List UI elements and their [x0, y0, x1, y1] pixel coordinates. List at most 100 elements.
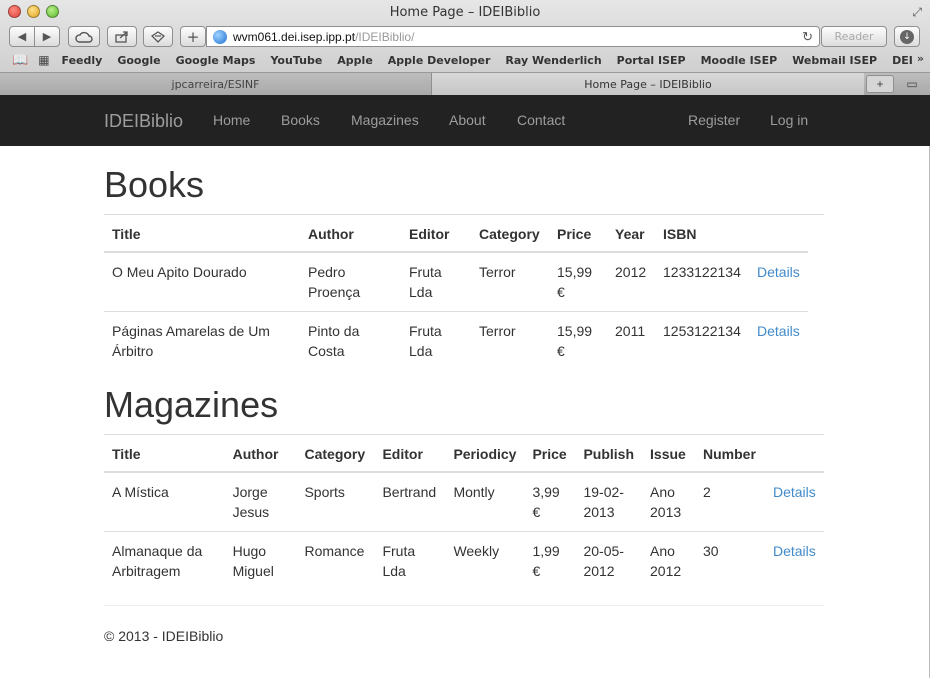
- tab-home-page[interactable]: Home Page – IDEIBiblio: [432, 73, 864, 95]
- magazine-price: 1,99 €: [532, 543, 560, 579]
- magazine-details-link[interactable]: Details: [773, 543, 816, 559]
- bookmark-apple[interactable]: Apple: [337, 54, 373, 67]
- magazines-heading: Magazines: [104, 384, 279, 425]
- magazine-number: 2: [695, 472, 765, 532]
- book-title: O Meu Apito Dourado: [104, 252, 300, 312]
- table-header-row: Title Author Editor Category Price Year …: [104, 215, 808, 253]
- nav-contact-link[interactable]: Contact: [517, 112, 565, 128]
- login-link[interactable]: Log in: [770, 112, 808, 128]
- nav-about-link[interactable]: About: [449, 112, 486, 128]
- plus-icon: +: [186, 27, 200, 46]
- book-price: 15,99 €: [557, 323, 593, 359]
- bookmark-portal-isep[interactable]: Portal ISEP: [617, 54, 686, 67]
- browser-toolbar: ◀ ▶ + wvm061.dei.isep.ipp.pt/IDEIBiblio/…: [0, 24, 930, 49]
- book-category: Terror: [479, 323, 516, 339]
- forward-arrow-icon: ▶: [42, 30, 52, 43]
- bookmark-dei[interactable]: DEI: [892, 54, 913, 67]
- download-icon: ↓: [900, 29, 914, 44]
- column-header: Author: [300, 215, 401, 253]
- table-row: Almanaque da Arbitragem Hugo Miguel Roma…: [104, 532, 824, 591]
- back-button[interactable]: ◀: [9, 26, 35, 47]
- bookmark-apple-developer[interactable]: Apple Developer: [388, 54, 491, 67]
- address-bar[interactable]: wvm061.dei.isep.ipp.pt/IDEIBiblio/ ↻: [206, 26, 820, 47]
- plus-icon: +: [876, 77, 884, 91]
- book-details-link[interactable]: Details: [757, 264, 800, 280]
- bookmark-webmail-isep[interactable]: Webmail ISEP: [792, 54, 877, 67]
- column-header: Price: [524, 435, 576, 473]
- magazine-editor: Fruta Lda: [382, 543, 416, 579]
- magazine-author: Hugo Miguel: [232, 543, 274, 579]
- table-row: A Mística Jorge Jesus Sports Bertrand Mo…: [104, 472, 824, 532]
- nav-home-link[interactable]: Home: [213, 112, 250, 128]
- column-header: Category: [296, 435, 375, 473]
- books-heading: Books: [104, 164, 205, 205]
- book-editor: Fruta Lda: [401, 252, 471, 312]
- cloud-icon: [75, 31, 93, 43]
- column-header: Editor: [401, 215, 471, 253]
- column-header: [764, 435, 824, 473]
- top-sites-grid-icon[interactable]: ▦: [38, 53, 49, 67]
- tab-overview-icon[interactable]: ▭: [898, 75, 926, 93]
- window-title: Home Page – IDEIBiblio: [389, 5, 541, 20]
- register-link[interactable]: Register: [688, 112, 740, 128]
- magazine-periodicy: Weekly: [453, 543, 500, 559]
- reader-button[interactable]: Reader: [821, 26, 887, 47]
- footer-divider: [104, 605, 824, 606]
- book-isbn: 1233122134: [655, 252, 749, 312]
- bookmark-moodle-isep[interactable]: Moodle ISEP: [701, 54, 778, 67]
- magazine-publish: 19-02-2013: [575, 472, 643, 532]
- browser-chrome: Home Page – IDEIBiblio ⤢ ◀ ▶ + wvm061.de…: [0, 0, 930, 95]
- table-header-row: Title Author Category Editor Periodicy P…: [104, 435, 824, 473]
- tab-bar: jpcarreira/ESINF Home Page – IDEIBiblio …: [0, 72, 930, 95]
- magazine-category: Romance: [304, 543, 365, 559]
- column-header: [749, 215, 808, 253]
- share-button[interactable]: [107, 26, 137, 47]
- add-bookmark-button[interactable]: +: [180, 26, 206, 47]
- globe-icon: [213, 29, 227, 44]
- book-author: Pinto da Costa: [308, 323, 360, 359]
- book-isbn: 1253122134: [663, 323, 741, 339]
- icloud-tabs-button[interactable]: [68, 26, 100, 47]
- column-header: Periodicy: [445, 435, 525, 473]
- magazine-number: 30: [703, 543, 719, 559]
- nav-books-link[interactable]: Books: [281, 112, 320, 128]
- new-tab-button[interactable]: +: [866, 75, 894, 93]
- magazine-publish: 20-05-2012: [583, 543, 624, 579]
- bookmark-feedly[interactable]: Feedly: [62, 54, 103, 67]
- url-host: wvm061.dei.isep.ipp.pt: [233, 29, 356, 44]
- reading-list-icon: [151, 30, 165, 43]
- reading-list-button[interactable]: [143, 26, 173, 47]
- table-row: O Meu Apito Dourado Pedro Proença Fruta …: [104, 252, 808, 312]
- magazine-editor: Bertrand: [374, 472, 446, 532]
- open-book-icon[interactable]: 📖: [12, 53, 28, 68]
- url-path: /IDEIBiblio/: [355, 29, 415, 44]
- bookmark-youtube[interactable]: YouTube: [270, 54, 322, 67]
- magazine-title: A Mística: [104, 472, 225, 532]
- tab-esinf[interactable]: jpcarreira/ESINF: [0, 73, 432, 95]
- reload-icon[interactable]: ↻: [802, 29, 813, 45]
- book-details-link[interactable]: Details: [757, 323, 800, 339]
- back-arrow-icon: ◀: [17, 30, 27, 43]
- brand-link[interactable]: IDEIBiblio: [104, 111, 183, 132]
- column-header: Year: [607, 215, 655, 253]
- more-bookmarks-chevron-icon[interactable]: »: [917, 52, 924, 65]
- nav-magazines-link[interactable]: Magazines: [351, 112, 419, 128]
- magazine-category: Sports: [296, 472, 375, 532]
- bookmark-ray-wenderlich[interactable]: Ray Wenderlich: [505, 54, 601, 67]
- column-header: Issue: [642, 435, 695, 473]
- bookmark-google[interactable]: Google: [117, 54, 160, 67]
- magazine-price: 3,99 €: [524, 472, 576, 532]
- fullscreen-icon[interactable]: ⤢: [912, 5, 922, 20]
- column-header: Publish: [575, 435, 643, 473]
- magazine-periodicy: Montly: [445, 472, 525, 532]
- column-header: Number: [695, 435, 765, 473]
- forward-button[interactable]: ▶: [34, 26, 60, 47]
- magazine-details-link[interactable]: Details: [773, 484, 816, 500]
- book-title: Páginas Amarelas de Um Árbitro: [112, 323, 270, 359]
- title-bar: Home Page – IDEIBiblio ⤢: [0, 0, 930, 24]
- bookmark-google-maps[interactable]: Google Maps: [176, 54, 256, 67]
- column-header: Author: [224, 435, 297, 473]
- site-navbar: IDEIBiblio Home Books Magazines About Co…: [0, 95, 930, 146]
- downloads-button[interactable]: ↓: [894, 26, 920, 47]
- magazine-issue: Ano 2012: [650, 543, 682, 579]
